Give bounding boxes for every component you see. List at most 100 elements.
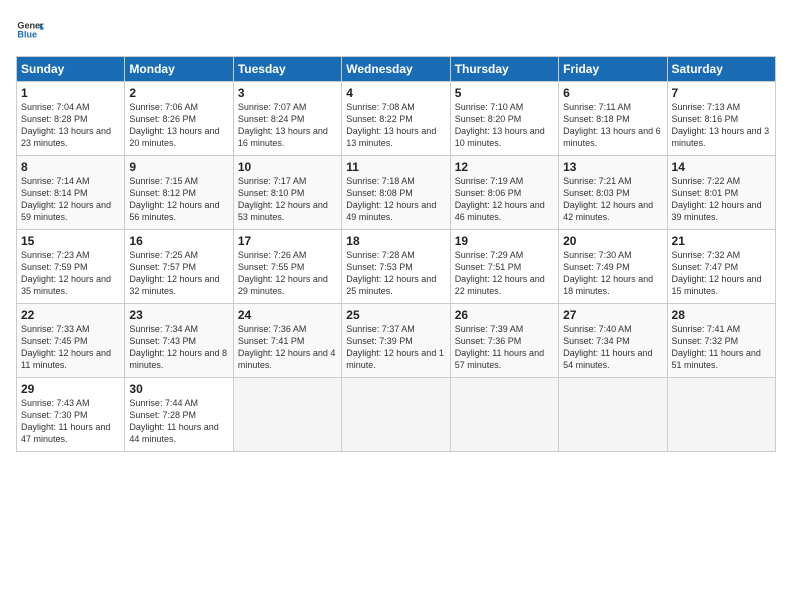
day-number: 14 [672, 160, 771, 174]
day-number: 30 [129, 382, 228, 396]
day-number: 23 [129, 308, 228, 322]
calendar-week-row: 29 Sunrise: 7:43 AMSunset: 7:30 PMDayligh… [17, 378, 776, 452]
day-header: Tuesday [233, 57, 341, 82]
calendar-cell: 24 Sunrise: 7:36 AMSunset: 7:41 PMDayligh… [233, 304, 341, 378]
day-info: Sunrise: 7:17 AMSunset: 8:10 PMDaylight:… [238, 176, 328, 222]
calendar-cell [342, 378, 450, 452]
day-number: 21 [672, 234, 771, 248]
calendar-cell: 20Sunrise: 7:30 AMSunset: 7:49 PMDayligh… [559, 230, 667, 304]
day-number: 4 [346, 86, 445, 100]
day-info: Sunrise: 7:34 AMSunset: 7:43 PMDaylight:… [129, 324, 227, 370]
day-info: Sunrise: 7:30 AMSunset: 7:49 PMDaylight:… [563, 250, 653, 296]
calendar-cell: 23 Sunrise: 7:34 AMSunset: 7:43 PMDayligh… [125, 304, 233, 378]
svg-text:Blue: Blue [17, 30, 37, 40]
day-info: Sunrise: 7:18 AMSunset: 8:08 PMDaylight:… [346, 176, 436, 222]
day-info: Sunrise: 7:37 AMSunset: 7:39 PMDaylight:… [346, 324, 444, 370]
calendar-week-row: 22 Sunrise: 7:33 AMSunset: 7:45 PMDayligh… [17, 304, 776, 378]
day-number: 13 [563, 160, 662, 174]
header-row: SundayMondayTuesdayWednesdayThursdayFrid… [17, 57, 776, 82]
day-info: Sunrise: 7:11 AMSunset: 8:18 PMDaylight:… [563, 102, 661, 148]
calendar-week-row: 15Sunrise: 7:23 AMSunset: 7:59 PMDayligh… [17, 230, 776, 304]
calendar-cell: 26 Sunrise: 7:39 AMSunset: 7:36 PMDayligh… [450, 304, 558, 378]
page-container: General Blue SundayMondayTuesdayWednesda… [0, 0, 792, 460]
calendar-cell: 13Sunrise: 7:21 AMSunset: 8:03 PMDayligh… [559, 156, 667, 230]
calendar-cell: 2 Sunrise: 7:06 AMSunset: 8:26 PMDaylight… [125, 82, 233, 156]
day-number: 24 [238, 308, 337, 322]
calendar-cell: 15Sunrise: 7:23 AMSunset: 7:59 PMDayligh… [17, 230, 125, 304]
day-number: 19 [455, 234, 554, 248]
day-info: Sunrise: 7:33 AMSunset: 7:45 PMDaylight:… [21, 324, 111, 370]
logo-icon: General Blue [16, 16, 44, 44]
day-info: Sunrise: 7:25 AMSunset: 7:57 PMDaylight:… [129, 250, 219, 296]
calendar-cell [233, 378, 341, 452]
calendar-cell: 29 Sunrise: 7:43 AMSunset: 7:30 PMDayligh… [17, 378, 125, 452]
day-number: 22 [21, 308, 120, 322]
logo: General Blue [16, 16, 44, 44]
calendar-cell [559, 378, 667, 452]
calendar-cell: 3 Sunrise: 7:07 AMSunset: 8:24 PMDaylight… [233, 82, 341, 156]
day-number: 15 [21, 234, 120, 248]
day-info: Sunrise: 7:08 AMSunset: 8:22 PMDaylight:… [346, 102, 436, 148]
day-number: 9 [129, 160, 228, 174]
day-info: Sunrise: 7:04 AMSunset: 8:28 PMDaylight:… [21, 102, 111, 148]
day-number: 7 [672, 86, 771, 100]
page-header: General Blue [16, 16, 776, 44]
calendar-cell: 6 Sunrise: 7:11 AMSunset: 8:18 PMDaylight… [559, 82, 667, 156]
day-info: Sunrise: 7:40 AMSunset: 7:34 PMDaylight:… [563, 324, 652, 370]
day-info: Sunrise: 7:43 AMSunset: 7:30 PMDaylight:… [21, 398, 110, 444]
day-number: 5 [455, 86, 554, 100]
calendar-cell: 22 Sunrise: 7:33 AMSunset: 7:45 PMDayligh… [17, 304, 125, 378]
day-number: 25 [346, 308, 445, 322]
day-info: Sunrise: 7:15 AMSunset: 8:12 PMDaylight:… [129, 176, 219, 222]
calendar-cell: 28 Sunrise: 7:41 AMSunset: 7:32 PMDayligh… [667, 304, 775, 378]
calendar-cell: 10 Sunrise: 7:17 AMSunset: 8:10 PMDayligh… [233, 156, 341, 230]
day-number: 10 [238, 160, 337, 174]
day-info: Sunrise: 7:32 AMSunset: 7:47 PMDaylight:… [672, 250, 762, 296]
day-info: Sunrise: 7:41 AMSunset: 7:32 PMDaylight:… [672, 324, 761, 370]
day-number: 2 [129, 86, 228, 100]
calendar-cell: 7 Sunrise: 7:13 AMSunset: 8:16 PMDaylight… [667, 82, 775, 156]
day-info: Sunrise: 7:19 AMSunset: 8:06 PMDaylight:… [455, 176, 545, 222]
day-header: Friday [559, 57, 667, 82]
calendar-cell: 18 Sunrise: 7:28 AMSunset: 7:53 PMDayligh… [342, 230, 450, 304]
day-info: Sunrise: 7:07 AMSunset: 8:24 PMDaylight:… [238, 102, 328, 148]
day-number: 29 [21, 382, 120, 396]
day-info: Sunrise: 7:06 AMSunset: 8:26 PMDaylight:… [129, 102, 219, 148]
day-number: 3 [238, 86, 337, 100]
day-info: Sunrise: 7:13 AMSunset: 8:16 PMDaylight:… [672, 102, 770, 148]
day-info: Sunrise: 7:14 AMSunset: 8:14 PMDaylight:… [21, 176, 111, 222]
day-info: Sunrise: 7:36 AMSunset: 7:41 PMDaylight:… [238, 324, 336, 370]
day-info: Sunrise: 7:22 AMSunset: 8:01 PMDaylight:… [672, 176, 762, 222]
calendar-table: SundayMondayTuesdayWednesdayThursdayFrid… [16, 56, 776, 452]
calendar-cell: 4 Sunrise: 7:08 AMSunset: 8:22 PMDaylight… [342, 82, 450, 156]
calendar-cell: 12Sunrise: 7:19 AMSunset: 8:06 PMDayligh… [450, 156, 558, 230]
day-info: Sunrise: 7:29 AMSunset: 7:51 PMDaylight:… [455, 250, 545, 296]
day-info: Sunrise: 7:28 AMSunset: 7:53 PMDaylight:… [346, 250, 436, 296]
calendar-cell [450, 378, 558, 452]
day-number: 1 [21, 86, 120, 100]
calendar-cell: 17Sunrise: 7:26 AMSunset: 7:55 PMDayligh… [233, 230, 341, 304]
day-number: 26 [455, 308, 554, 322]
calendar-cell: 21 Sunrise: 7:32 AMSunset: 7:47 PMDayligh… [667, 230, 775, 304]
day-number: 27 [563, 308, 662, 322]
calendar-week-row: 1 Sunrise: 7:04 AMSunset: 8:28 PMDaylight… [17, 82, 776, 156]
day-number: 8 [21, 160, 120, 174]
calendar-cell: 27 Sunrise: 7:40 AMSunset: 7:34 PMDayligh… [559, 304, 667, 378]
calendar-cell: 25 Sunrise: 7:37 AMSunset: 7:39 PMDayligh… [342, 304, 450, 378]
day-info: Sunrise: 7:44 AMSunset: 7:28 PMDaylight:… [129, 398, 218, 444]
day-info: Sunrise: 7:39 AMSunset: 7:36 PMDaylight:… [455, 324, 544, 370]
calendar-week-row: 8 Sunrise: 7:14 AMSunset: 8:14 PMDaylight… [17, 156, 776, 230]
day-header: Sunday [17, 57, 125, 82]
calendar-cell: 1 Sunrise: 7:04 AMSunset: 8:28 PMDaylight… [17, 82, 125, 156]
day-header: Thursday [450, 57, 558, 82]
day-number: 6 [563, 86, 662, 100]
day-number: 28 [672, 308, 771, 322]
calendar-cell: 30 Sunrise: 7:44 AMSunset: 7:28 PMDayligh… [125, 378, 233, 452]
day-header: Monday [125, 57, 233, 82]
day-header: Wednesday [342, 57, 450, 82]
day-info: Sunrise: 7:10 AMSunset: 8:20 PMDaylight:… [455, 102, 545, 148]
calendar-cell [667, 378, 775, 452]
calendar-cell: 14 Sunrise: 7:22 AMSunset: 8:01 PMDayligh… [667, 156, 775, 230]
calendar-cell: 5 Sunrise: 7:10 AMSunset: 8:20 PMDaylight… [450, 82, 558, 156]
day-number: 18 [346, 234, 445, 248]
